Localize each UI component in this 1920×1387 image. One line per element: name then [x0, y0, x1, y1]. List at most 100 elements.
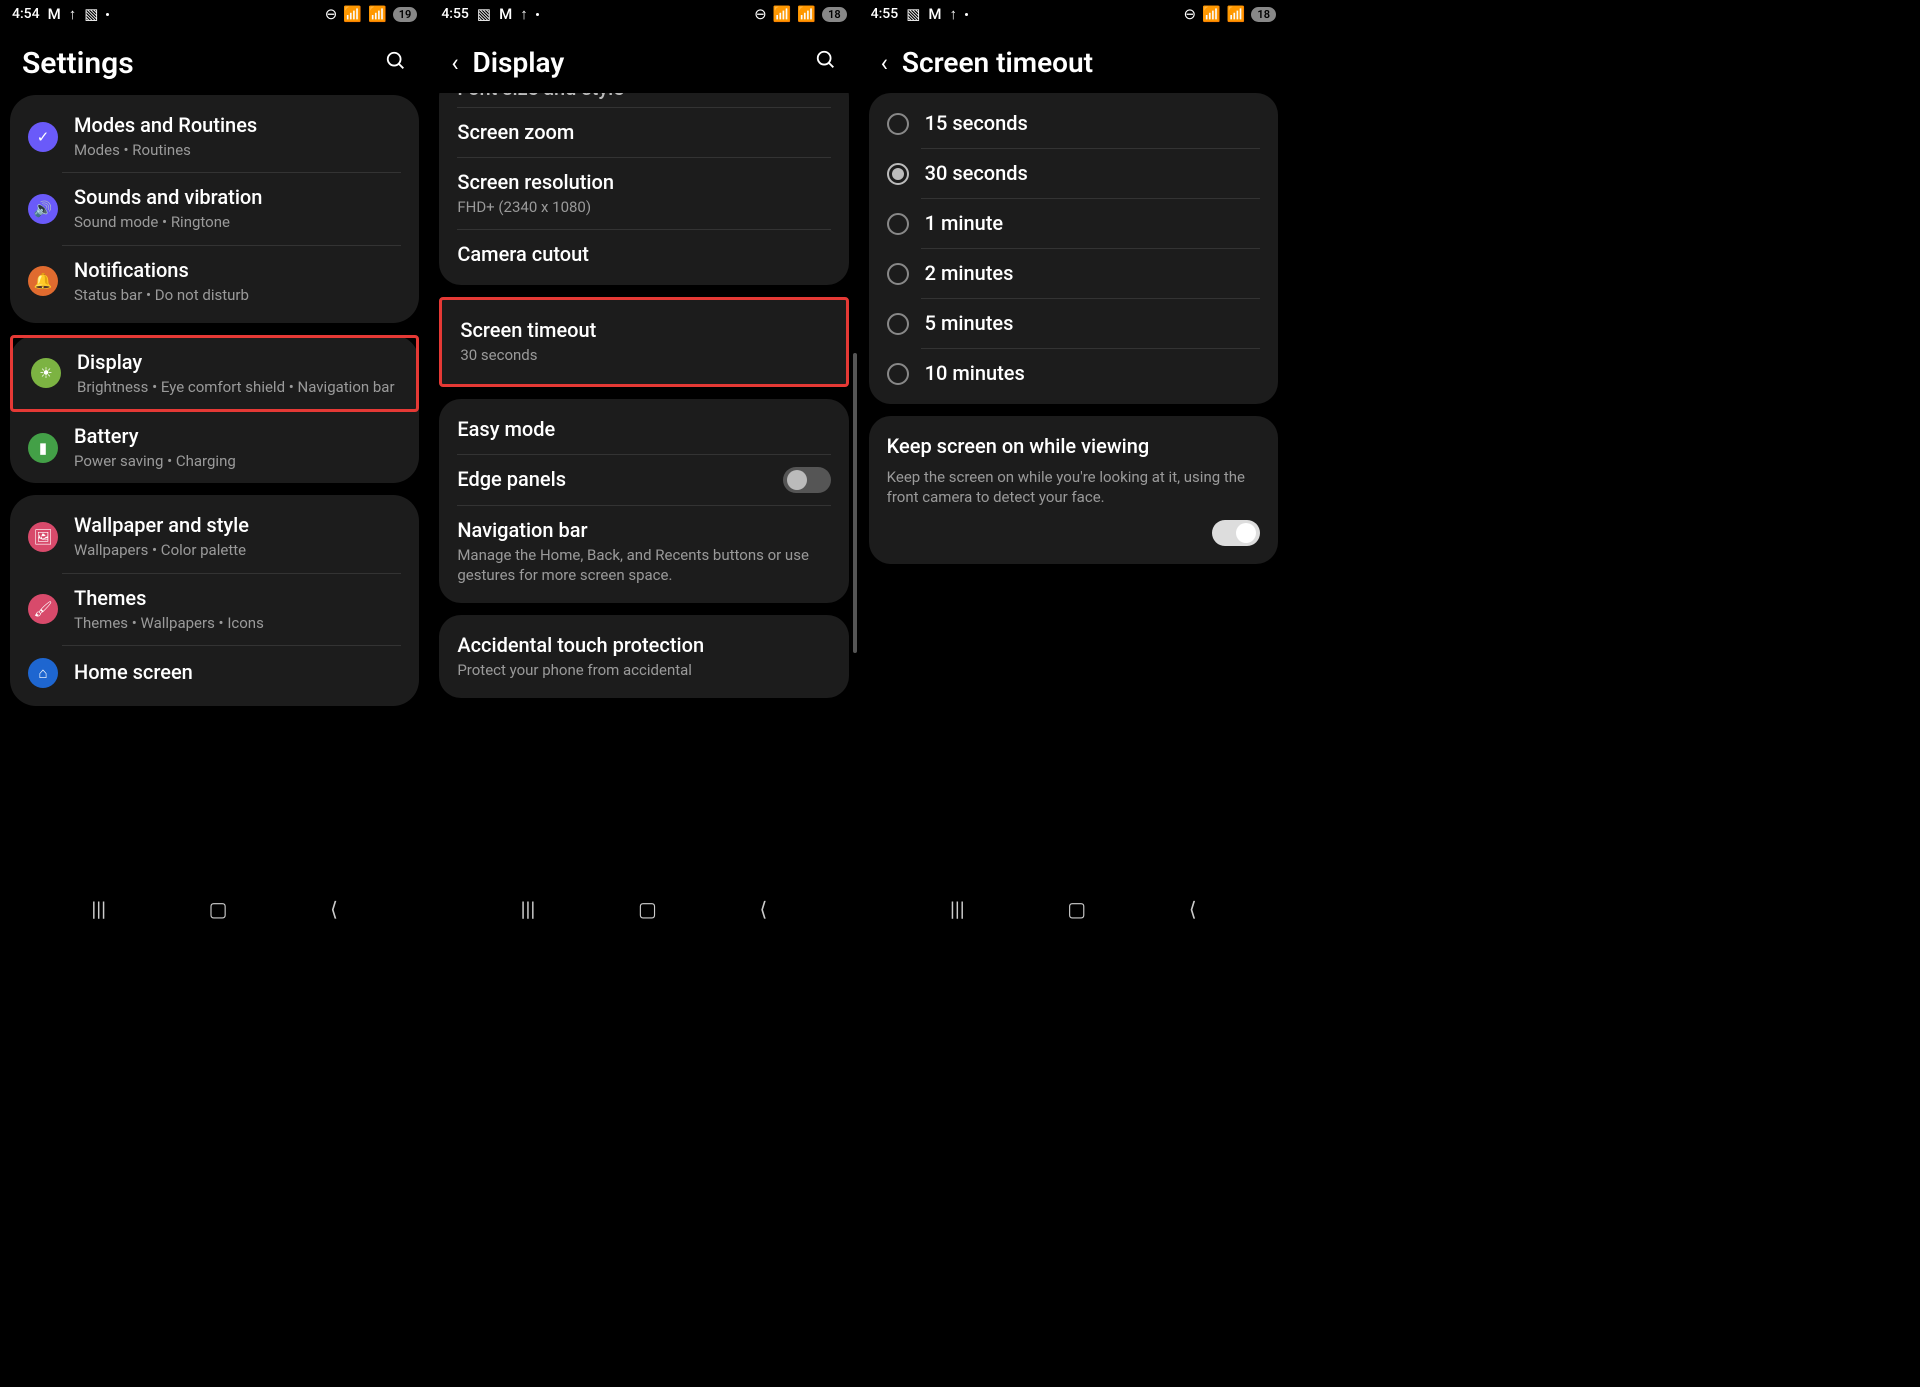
radio-icon[interactable]	[887, 263, 909, 285]
header: Settings	[0, 28, 429, 95]
home-button[interactable]: ▢	[638, 897, 657, 921]
option-label: 10 minutes	[925, 361, 1025, 386]
option-label: 30 seconds	[925, 161, 1028, 186]
battery-level: 19	[393, 7, 418, 22]
item-sub: Wallpapers • Color palette	[74, 540, 401, 560]
settings-group: 🖼 Wallpaper and style Wallpapers • Color…	[10, 495, 419, 706]
display-item-screen-timeout[interactable]: Screen timeout 30 seconds	[439, 297, 848, 386]
option-label: 2 minutes	[925, 261, 1014, 286]
timeout-option-2m[interactable]: 2 minutes	[869, 249, 1278, 298]
back-icon[interactable]: ‹	[451, 49, 458, 77]
status-bar: 4:55 ▧ M ↑ ⊖ 📶 📶 18	[859, 0, 1288, 28]
item-title: Screen resolution	[457, 170, 830, 195]
item-sub: Status bar • Do not disturb	[74, 285, 401, 305]
settings-item-sounds[interactable]: 🔊 Sounds and vibration Sound mode • Ring…	[10, 173, 419, 244]
settings-item-modes-routines[interactable]: ✓ Modes and Routines Modes • Routines	[10, 101, 419, 172]
display-item-navbar[interactable]: Navigation bar Manage the Home, Back, an…	[439, 506, 848, 598]
display-list: Font size and style Screen zoom Screen r…	[429, 93, 858, 887]
nav-bar: ||| ▢ ⟨	[429, 887, 858, 931]
home-button[interactable]: ▢	[209, 897, 228, 921]
timeout-option-30s[interactable]: 30 seconds	[869, 149, 1278, 198]
battery-icon: ▮	[28, 433, 58, 463]
scrollbar-indicator[interactable]	[853, 353, 857, 653]
check-icon: ✓	[28, 122, 58, 152]
option-label: 1 minute	[925, 211, 1004, 236]
upload-icon: ↑	[950, 5, 958, 23]
radio-icon[interactable]	[887, 313, 909, 335]
battery-level: 18	[822, 7, 847, 22]
settings-group: ✓ Modes and Routines Modes • Routines 🔊 …	[10, 95, 419, 323]
recent-apps-button[interactable]: |||	[91, 897, 106, 921]
nav-bar: ||| ▢ ⟨	[0, 887, 429, 931]
bell-icon: 🔔	[28, 266, 58, 296]
item-title: Notifications	[74, 258, 401, 283]
timeout-option-5m[interactable]: 5 minutes	[869, 299, 1278, 348]
settings-list: ✓ Modes and Routines Modes • Routines 🔊 …	[0, 95, 429, 887]
more-icon	[965, 13, 968, 16]
toggle-edgepanels[interactable]	[783, 467, 831, 493]
image-icon: ▧	[84, 5, 98, 23]
item-title: Keep screen on while viewing	[887, 434, 1150, 459]
upload-icon: ↑	[520, 5, 528, 23]
settings-item-battery[interactable]: ▮ Battery Power saving • Charging	[10, 412, 419, 483]
timeout-option-1m[interactable]: 1 minute	[869, 199, 1278, 248]
toggle-keep-screen-on[interactable]	[1212, 520, 1260, 546]
display-item-font[interactable]: Font size and style	[439, 93, 848, 107]
back-button[interactable]: ⟨	[759, 897, 767, 921]
display-item-resolution[interactable]: Screen resolution FHD+ (2340 x 1080)	[439, 158, 848, 229]
status-bar: 4:54 M ↑ ▧ ⊖ 📶 📶 19	[0, 0, 429, 28]
timeout-content: 15 seconds 30 seconds 1 minute 2 minutes…	[859, 93, 1288, 887]
gmail-icon: M	[928, 5, 941, 23]
settings-item-notifications[interactable]: 🔔 Notifications Status bar • Do not dist…	[10, 246, 419, 317]
speaker-icon: 🔊	[28, 194, 58, 224]
home-icon: ⌂	[28, 658, 58, 688]
status-time: 4:55	[441, 6, 469, 22]
display-item-accidental-touch[interactable]: Accidental touch protection Protect your…	[439, 621, 848, 692]
settings-item-display[interactable]: ☀ Display Brightness • Eye comfort shiel…	[13, 338, 416, 409]
item-title: Display	[77, 350, 398, 375]
timeout-option-10m[interactable]: 10 minutes	[869, 349, 1278, 398]
display-group: Font size and style Screen zoom Screen r…	[439, 93, 848, 285]
settings-item-homescreen[interactable]: ⌂ Home screen	[10, 646, 419, 700]
recent-apps-button[interactable]: |||	[521, 897, 536, 921]
dnd-icon: ⊖	[325, 5, 338, 23]
radio-icon[interactable]	[887, 213, 909, 235]
status-time: 4:55	[871, 6, 899, 22]
item-sub: Brightness • Eye comfort shield • Naviga…	[77, 377, 398, 397]
keep-screen-on-item[interactable]: Keep screen on while viewing Keep the sc…	[869, 422, 1278, 558]
radio-icon[interactable]	[887, 163, 909, 185]
search-icon[interactable]	[385, 50, 407, 77]
item-title: Themes	[74, 586, 401, 611]
header: ‹ Screen timeout	[859, 28, 1288, 93]
dnd-icon: ⊖	[754, 5, 767, 23]
item-title: Screen timeout	[460, 318, 827, 343]
search-icon[interactable]	[815, 49, 837, 76]
back-button[interactable]: ⟨	[1189, 897, 1197, 921]
display-item-easymode[interactable]: Easy mode	[439, 405, 848, 454]
gmail-icon: M	[499, 5, 512, 23]
keep-screen-on-card: Keep screen on while viewing Keep the sc…	[869, 416, 1278, 564]
item-sub: Themes • Wallpapers • Icons	[74, 613, 401, 633]
display-item-cutout[interactable]: Camera cutout	[439, 230, 848, 279]
display-item-zoom[interactable]: Screen zoom	[439, 108, 848, 157]
page-title: Display	[473, 46, 565, 79]
item-sub: Manage the Home, Back, and Recents butto…	[457, 545, 830, 586]
item-title: Home screen	[74, 660, 401, 685]
item-title: Accidental touch protection	[457, 633, 830, 658]
settings-item-wallpaper[interactable]: 🖼 Wallpaper and style Wallpapers • Color…	[10, 501, 419, 572]
recent-apps-button[interactable]: |||	[950, 897, 965, 921]
item-title: Navigation bar	[457, 518, 830, 543]
home-button[interactable]: ▢	[1067, 897, 1086, 921]
display-item-edgepanels[interactable]: Edge panels	[439, 455, 848, 505]
timeout-option-15s[interactable]: 15 seconds	[869, 99, 1278, 148]
brush-icon: 🖌	[28, 594, 58, 624]
image-icon: ▧	[906, 5, 920, 23]
radio-icon[interactable]	[887, 363, 909, 385]
status-time: 4:54	[12, 6, 40, 22]
back-icon[interactable]: ‹	[881, 49, 888, 77]
settings-item-themes[interactable]: 🖌 Themes Themes • Wallpapers • Icons	[10, 574, 419, 645]
status-bar: 4:55 ▧ M ↑ ⊖ 📶 📶 18	[429, 0, 858, 28]
radio-icon[interactable]	[887, 113, 909, 135]
back-button[interactable]: ⟨	[330, 897, 338, 921]
item-desc: Keep the screen on while you're looking …	[887, 467, 1260, 508]
